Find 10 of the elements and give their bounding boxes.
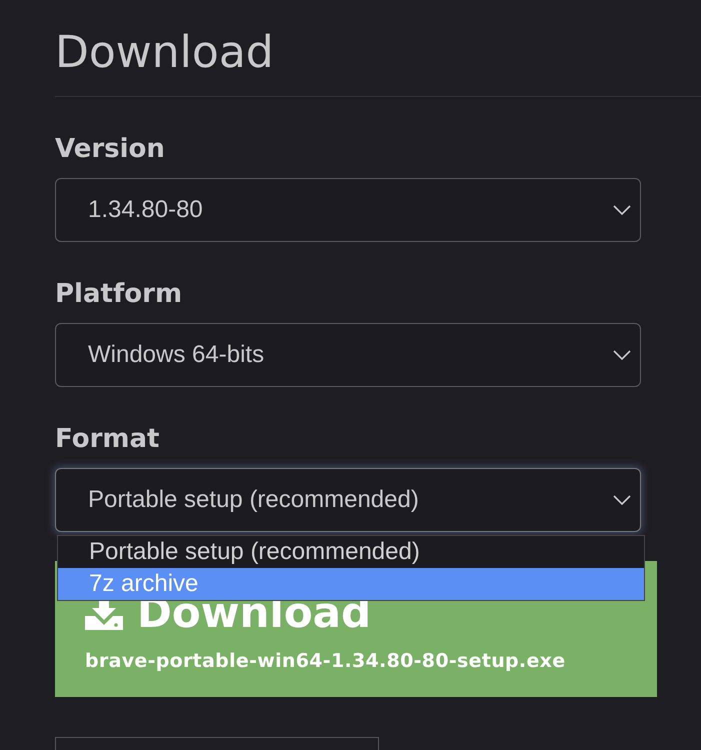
field-label: Format	[55, 423, 160, 455]
chevron-down-icon	[613, 350, 631, 360]
dropdown-select[interactable]: Windows 64-bits	[55, 323, 641, 387]
field-label: Platform	[55, 278, 182, 310]
chevron-down-icon	[613, 495, 631, 505]
chevron-down-icon	[613, 205, 631, 215]
field-label: Version	[55, 133, 165, 165]
page-heading: Download	[55, 26, 274, 79]
dropdown-select[interactable]: Portable setup (recommended)	[55, 468, 641, 532]
dropdown-select[interactable]: 1.34.80-80	[55, 178, 641, 242]
